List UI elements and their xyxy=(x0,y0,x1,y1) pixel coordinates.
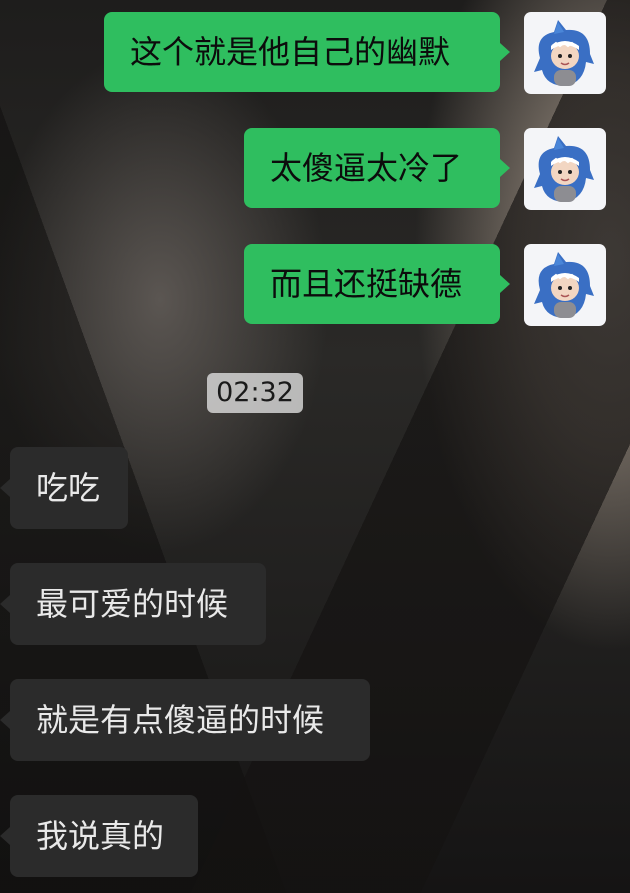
outgoing-bubble[interactable]: 太傻逼太冷了 xyxy=(244,128,510,208)
outgoing-message: 而且还挺缺德 xyxy=(0,244,630,326)
outgoing-bubble[interactable]: 而且还挺缺德 xyxy=(244,244,510,324)
incoming-bubble[interactable]: 就是有点傻逼的时候 xyxy=(0,679,370,761)
shark-hoodie-avatar-icon[interactable] xyxy=(524,244,606,326)
shark-hoodie-avatar-icon[interactable] xyxy=(524,12,606,94)
outgoing-message: 太傻逼太冷了 xyxy=(0,128,630,210)
shark-hoodie-avatar-icon[interactable] xyxy=(524,128,606,210)
message-timestamp: 02:32 xyxy=(207,373,303,413)
incoming-bubble[interactable]: 最可爱的时候 xyxy=(0,563,266,645)
outgoing-message: 这个就是他自己的幽默 xyxy=(0,12,630,94)
incoming-bubble[interactable]: 吃吃 xyxy=(0,447,128,529)
outgoing-bubble[interactable]: 这个就是他自己的幽默 xyxy=(104,12,510,92)
incoming-bubble[interactable]: 我说真的 xyxy=(0,795,198,877)
